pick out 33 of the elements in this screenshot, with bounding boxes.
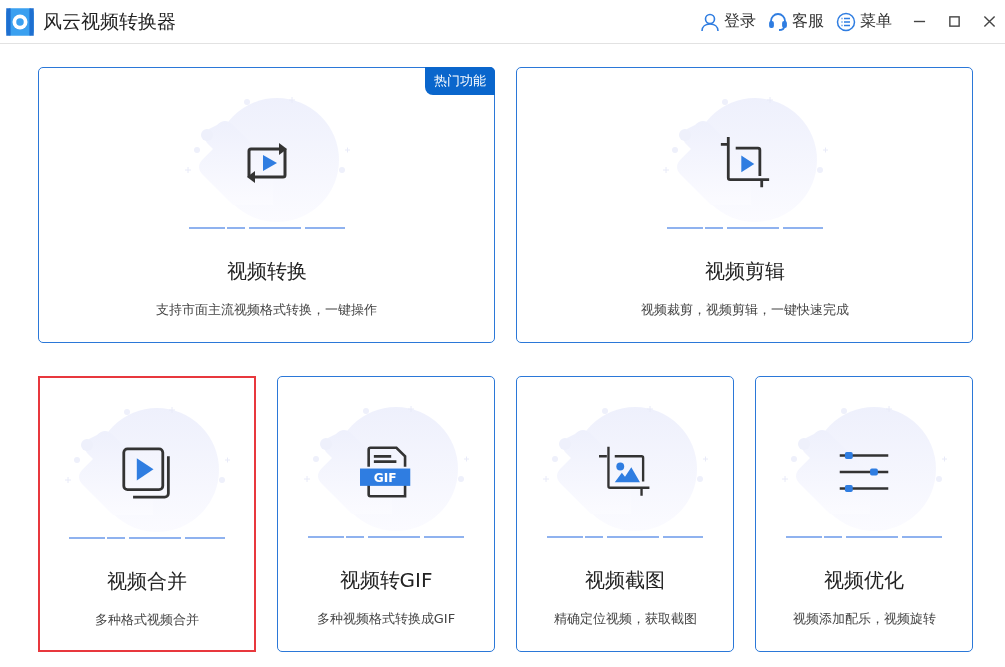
- header-button[interactable]: 登录: [696, 11, 760, 32]
- header-button[interactable]: 客服: [764, 11, 828, 32]
- headset-icon: [768, 11, 788, 32]
- card-title: 视频截图: [585, 567, 665, 594]
- stacked-play-icon: [121, 446, 173, 499]
- card-description: 支持市面主流视频格式转换，一键操作: [156, 301, 377, 319]
- feature-card[interactable]: GIF 视频转GIF 多种视频格式转换成GIF: [277, 376, 495, 652]
- header-button[interactable]: 菜单: [832, 11, 896, 32]
- card-description: 精确定位视频，获取截图: [553, 610, 697, 628]
- feature-card[interactable]: 视频截图 精确定位视频，获取截图: [516, 376, 734, 652]
- hot-badge: 热门功能: [425, 67, 495, 95]
- card-description: 多种格式视频合并: [95, 611, 199, 629]
- crop-play-icon: [718, 136, 771, 189]
- card-description: 视频裁剪，视频剪辑，一键快速完成: [640, 301, 849, 319]
- card-description: 多种视频格式转换成GIF: [316, 610, 456, 628]
- card-title: 视频优化: [824, 567, 904, 594]
- crop-image-icon: [599, 445, 651, 498]
- menu-icon: [836, 11, 856, 32]
- card-description: 视频添加配乐，视频旋转: [792, 610, 936, 628]
- user-icon: [700, 11, 720, 32]
- gif-label: GIF: [373, 470, 397, 485]
- card-title: 视频转GIF: [339, 567, 433, 594]
- card-title: 视频转换: [226, 258, 307, 285]
- feature-card[interactable]: 视频合并 多种格式视频合并: [38, 376, 256, 652]
- close-icon[interactable]: [983, 15, 996, 28]
- card-title: 视频合并: [107, 568, 187, 595]
- maximize-icon[interactable]: [948, 15, 961, 28]
- feature-card[interactable]: 视频优化 视频添加配乐，视频旋转: [755, 376, 973, 652]
- feature-card[interactable]: 视频剪辑 视频裁剪，视频剪辑，一键快速完成: [516, 67, 973, 343]
- card-title: 视频剪辑: [704, 258, 785, 285]
- feature-card[interactable]: 热门功能 视频转换 支持市面主流视频格式转换，一键操作: [38, 67, 495, 343]
- window-title: 风云视频转换器: [43, 8, 176, 34]
- app-logo-icon: [5, 6, 35, 37]
